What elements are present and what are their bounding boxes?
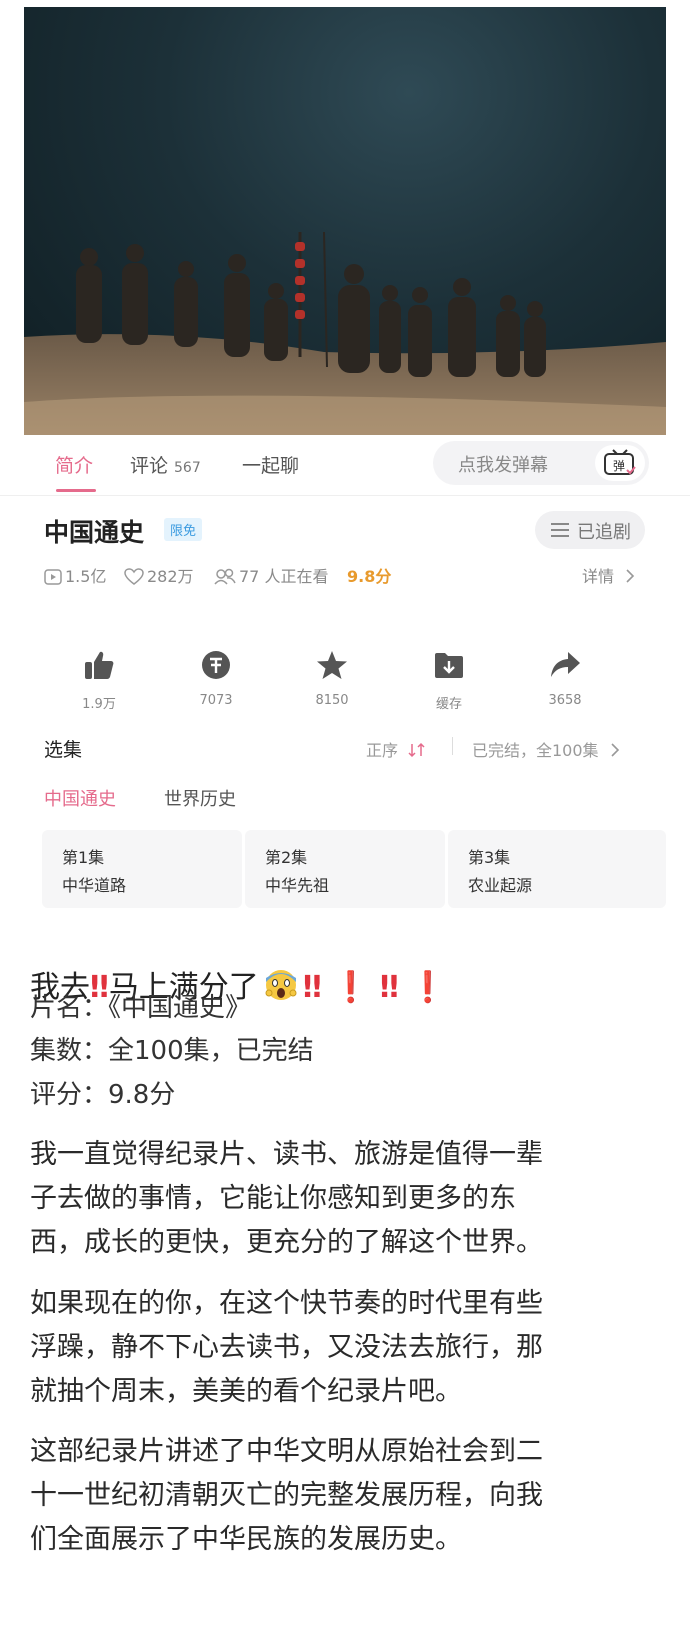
episode-card[interactable]: 第3集 农业起源: [448, 830, 666, 908]
play-count: 1.5亿: [44, 563, 106, 587]
favorite-button[interactable]: 8150: [292, 647, 372, 708]
chevron-right-icon: [626, 569, 635, 583]
tab-comments[interactable]: 评论 567: [130, 451, 201, 478]
comments-count: 567: [174, 460, 201, 476]
episode-title: 中华道路: [62, 876, 127, 895]
share-count-label: 3658: [548, 693, 582, 708]
tab-comments-label: 评论: [130, 455, 169, 477]
chevron-right-icon: [611, 743, 619, 757]
like-button[interactable]: 1.9万: [59, 647, 139, 712]
free-badge: 限免: [164, 518, 203, 541]
paragraph-line: 浮躁，静不下心去读书，又没法去旅行，那: [30, 1332, 543, 1363]
episode-number: 第2集: [265, 848, 308, 867]
post-paragraph-1: 我一直觉得纪录片、读书、旅游是值得一辈 子去做的事情，它能让你感知到更多的东 西…: [30, 1133, 670, 1265]
info-rating: 评分：9.8分: [30, 1080, 176, 1110]
post-paragraph-3: 这部纪录片讲述了中华文明从原始社会到二 十一世纪初清朝灭亡的完整发展历程，向我 …: [30, 1430, 670, 1562]
follow-button[interactable]: 已追剧: [535, 511, 645, 549]
star-icon: [317, 651, 347, 679]
share-button[interactable]: 3658: [525, 647, 605, 708]
coin-icon: [202, 651, 230, 679]
paragraph-line: 十一世纪初清朝灭亡的完整发展历程，向我: [30, 1480, 543, 1511]
episode-card[interactable]: 第1集 中华道路: [42, 830, 242, 908]
danmaku-input[interactable]: 点我发弹幕 弹: [433, 441, 649, 485]
sort-icon: [408, 742, 425, 758]
like-count-label: 1.9万: [82, 697, 116, 712]
show-title: 中国通史: [44, 518, 145, 547]
heart-icon: [124, 568, 144, 585]
share-icon: [551, 652, 580, 677]
subtab-china-history[interactable]: 中国通史: [44, 785, 116, 811]
tab-intro[interactable]: 简介: [55, 451, 93, 478]
coin-count-label: 7073: [199, 693, 233, 708]
download-button[interactable]: 缓存: [409, 647, 489, 712]
episode-title: 中华先祖: [265, 876, 330, 895]
details-link[interactable]: 详情: [582, 563, 635, 587]
paragraph-line: 西，成长的更快，更充分的了解这个世界。: [30, 1227, 543, 1258]
menu-lines-icon: [551, 523, 569, 537]
watching-count-value: 77 人正在看: [239, 567, 329, 586]
download-label: 缓存: [435, 697, 462, 712]
video-player[interactable]: [24, 7, 666, 435]
danmaku-toggle-button[interactable]: 弹: [595, 445, 645, 481]
video-frame-image: [24, 231, 666, 435]
sort-order-toggle[interactable]: 正序: [366, 737, 427, 761]
danmaku-tv-icon: 弹: [604, 449, 636, 475]
play-icon: [44, 569, 62, 585]
play-count-value: 1.5亿: [65, 567, 107, 586]
tab-chat[interactable]: 一起聊: [242, 451, 299, 478]
details-label: 详情: [582, 567, 615, 586]
episode-status-label: 已完结，全100集: [472, 741, 599, 760]
paragraph-line: 子去做的事情，它能让你感知到更多的东: [30, 1183, 516, 1214]
viewers-icon: [214, 568, 236, 585]
paragraph-line: 就抽个周末，美美的看个纪录片吧。: [30, 1376, 462, 1407]
danmaku-icon-glyph: 弹: [613, 459, 625, 473]
like-count-value: 282万: [147, 567, 194, 586]
episode-number: 第3集: [468, 848, 511, 867]
episode-status-link[interactable]: 已完结，全100集: [472, 737, 620, 761]
episode-title: 农业起源: [468, 876, 533, 895]
paragraph-line: 们全面展示了中华民族的发展历史。: [30, 1524, 462, 1555]
watching-count: 77 人正在看: [214, 563, 328, 587]
info-episodes: 集数：全100集，已完结: [30, 1036, 314, 1066]
episodes-section-title: 选集: [44, 739, 83, 761]
download-icon: [435, 653, 463, 678]
coin-button[interactable]: 7073: [176, 647, 256, 708]
screaming-face-icon: [265, 970, 297, 1000]
thumb-up-icon: [85, 651, 114, 679]
subtab-world-history[interactable]: 世界历史: [164, 785, 236, 811]
danmaku-placeholder: 点我发弹幕: [458, 455, 548, 476]
sort-order-label: 正序: [366, 741, 399, 760]
info-title: 片名：《中国通史》: [30, 993, 252, 1023]
paragraph-line: 如果现在的你，在这个快节奏的时代里有些: [30, 1288, 543, 1319]
paragraph-line: 我一直觉得纪录片、读书、旅游是值得一辈: [30, 1139, 543, 1170]
double-exclamation-icon: ‼ ❗ ‼ ❗: [302, 970, 447, 1005]
episode-card[interactable]: 第2集 中华先祖: [245, 830, 445, 908]
active-tab-indicator: [56, 489, 96, 492]
like-count: 282万: [124, 563, 194, 587]
post-paragraph-2: 如果现在的你，在这个快节奏的时代里有些 浮躁，静不下心去读书，又没法去旅行，那 …: [30, 1282, 670, 1414]
app-screen: 简介 评论 567 一起聊 点我发弹幕 弹 中国通史 限免 已追剧 1.5亿 2…: [0, 0, 690, 1629]
paragraph-line: 这部纪录片讲述了中华文明从原始社会到二: [30, 1436, 543, 1467]
episode-number: 第1集: [62, 848, 105, 867]
favorite-count-label: 8150: [315, 693, 349, 708]
divider: [452, 737, 453, 755]
score-value: 9.8分: [347, 567, 392, 586]
follow-label: 已追剧: [577, 522, 631, 543]
